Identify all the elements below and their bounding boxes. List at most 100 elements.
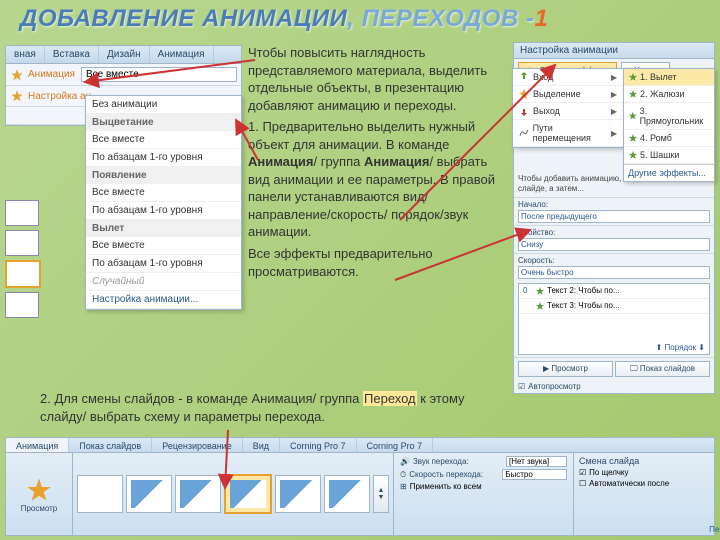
effect-type-entrance[interactable]: Вход▶ bbox=[513, 69, 623, 86]
dd-header-fly[interactable]: Вылет bbox=[86, 220, 241, 237]
dd-fly-all[interactable]: Все вместе bbox=[86, 237, 241, 255]
anim-item-icon bbox=[535, 301, 545, 311]
transition-group-label: Переход к этому слайду bbox=[400, 525, 720, 534]
speed-icon: ⏱ bbox=[400, 470, 406, 480]
speed-select[interactable]: Быстро bbox=[502, 469, 567, 480]
ribbon-tabs: вная Вставка Дизайн Анимация bbox=[6, 46, 241, 64]
entrance-effects-submenu[interactable]: 1. Вылет 2. Жалюзи 3. Прямоугольник 4. Р… bbox=[623, 68, 715, 182]
anim-start-label: Начало: bbox=[518, 200, 710, 209]
dd-fade-all[interactable]: Все вместе bbox=[86, 131, 241, 149]
slide-thumb-2[interactable] bbox=[5, 230, 39, 256]
sound-row: 🔊 Звук перехода: [Нет звука] bbox=[400, 456, 567, 467]
ribbon-tab-animation[interactable]: Анимация bbox=[150, 46, 214, 63]
dd-appear-all[interactable]: Все вместе bbox=[86, 184, 241, 202]
enter-icon bbox=[519, 72, 529, 82]
anim-pane-title: Настройка анимации bbox=[514, 43, 714, 59]
effect-type-exit[interactable]: Выход▶ bbox=[513, 103, 623, 120]
anim-speed-select[interactable]: Очень быстро bbox=[518, 266, 710, 279]
ribbon-tab-insert[interactable]: Вставка bbox=[45, 46, 99, 63]
effect-icon bbox=[628, 89, 638, 99]
exit-icon bbox=[519, 106, 529, 116]
preview-group[interactable]: Просмотр bbox=[6, 453, 73, 535]
slide-change-group: Смена слайда ☑ По щелчку ☐ Автоматически… bbox=[573, 453, 714, 535]
transition-thumb-4[interactable] bbox=[275, 475, 321, 513]
effect-icon bbox=[628, 111, 638, 121]
ribbon-tab-design[interactable]: Дизайн bbox=[99, 46, 150, 63]
slideshow-button[interactable]: 🖵 Показ слайдов bbox=[615, 361, 710, 377]
more-effects-link[interactable]: Другие эффекты... bbox=[624, 164, 714, 181]
effect-blinds[interactable]: 2. Жалюзи bbox=[624, 86, 714, 103]
highlight-transition: Переход bbox=[363, 391, 417, 406]
dd-fly-para[interactable]: По абзацам 1-го уровня bbox=[86, 255, 241, 273]
dd-random[interactable]: Случайный bbox=[86, 273, 241, 291]
anim-start-section: Начало: После предыдущего bbox=[514, 197, 714, 225]
apply-all-row[interactable]: ⊞ Применить ко всем bbox=[400, 482, 567, 491]
transition-gallery: ▲▼ bbox=[73, 453, 394, 535]
anim-pane-buttons: ▶ Просмотр 🖵 Показ слайдов bbox=[514, 357, 714, 380]
apply-all-label: Применить ко всем bbox=[410, 482, 482, 491]
add-effect-menu[interactable]: Вход▶ Выделение▶ Выход▶ Пути перемещения… bbox=[512, 68, 624, 148]
transition-none[interactable] bbox=[77, 475, 123, 513]
transitions-ribbon: Просмотр ▲▼ 🔊 Звук перехода: [Нет звука]… bbox=[5, 452, 715, 536]
body-p1: Чтобы повысить наглядность представляемо… bbox=[248, 44, 508, 114]
transition-thumb-2[interactable] bbox=[175, 475, 221, 513]
dd-appear-para[interactable]: По абзацам 1-го уровня bbox=[86, 202, 241, 220]
effect-checkerboard[interactable]: 5. Шашки bbox=[624, 147, 714, 164]
effect-type-emphasis[interactable]: Выделение▶ bbox=[513, 86, 623, 103]
by-click-checkbox[interactable]: ☑ По щелчку bbox=[579, 468, 709, 477]
effect-fly-in[interactable]: 1. Вылет bbox=[624, 69, 714, 86]
autopreview-label: Автопросмотр bbox=[528, 382, 581, 391]
animation-label: Анимация bbox=[28, 69, 75, 80]
anim-effects-list[interactable]: 0 Текст 2: Чтобы по... Текст 3: Чтобы по… bbox=[518, 283, 710, 355]
animation-icon bbox=[10, 68, 24, 82]
body-text-block: Чтобы повысить наглядность представляемо… bbox=[248, 40, 508, 284]
dd-fade-para[interactable]: По абзацам 1-го уровня bbox=[86, 149, 241, 167]
anim-speed-label: Скорость: bbox=[518, 256, 710, 265]
animation-preset-dropdown[interactable]: Без анимации Выцветание Все вместе По аб… bbox=[85, 95, 242, 310]
effect-icon bbox=[628, 72, 638, 82]
effect-box[interactable]: 3. Прямоугольник bbox=[624, 103, 714, 130]
ribbon-tab-home[interactable]: вная bbox=[6, 46, 45, 63]
effect-icon bbox=[628, 133, 638, 143]
effect-type-motion-path[interactable]: Пути перемещения▶ bbox=[513, 120, 623, 147]
animation-dropdown-row: Анимация Все вместе bbox=[6, 64, 241, 86]
gallery-more-button[interactable]: ▲▼ bbox=[373, 475, 389, 513]
preview-label: Просмотр bbox=[21, 504, 58, 513]
transition-thumb-1[interactable] bbox=[126, 475, 172, 513]
slide-thumbnails bbox=[5, 200, 40, 322]
dd-no-animation[interactable]: Без анимации bbox=[86, 96, 241, 114]
body-p3: Все эффекты предварительно просматривают… bbox=[248, 245, 508, 280]
anim-property-section: Свойство: Снизу bbox=[514, 225, 714, 253]
reorder-buttons[interactable]: ⬆ Порядок ⬇ bbox=[656, 343, 705, 352]
dd-settings[interactable]: Настройка анимации... bbox=[86, 291, 241, 309]
anim-list-item-1[interactable]: 0 Текст 2: Чтобы по... bbox=[519, 284, 709, 299]
body-p2: 1. Предварительно выделить нужный объект… bbox=[248, 118, 508, 241]
anim-property-select[interactable]: Снизу bbox=[518, 238, 710, 251]
sound-select[interactable]: [Нет звука] bbox=[506, 456, 567, 467]
transition-thumb-3[interactable] bbox=[224, 474, 272, 514]
anim-list-item-2[interactable]: Текст 3: Чтобы по... bbox=[519, 299, 709, 314]
slide-thumb-3[interactable] bbox=[5, 260, 41, 288]
dd-header-appear[interactable]: Появление bbox=[86, 167, 241, 184]
slide-thumb-1[interactable] bbox=[5, 200, 39, 226]
auto-after-checkbox[interactable]: ☐ Автоматически после bbox=[579, 479, 709, 488]
title-number: 1 bbox=[534, 5, 548, 32]
anim-start-select[interactable]: После предыдущего bbox=[518, 210, 710, 223]
title-part2: , переходов - bbox=[347, 5, 534, 32]
effect-icon bbox=[628, 150, 638, 160]
body-p4: 2. Для смены слайдов - в команде Анимаци… bbox=[40, 390, 480, 425]
transition-thumb-5[interactable] bbox=[324, 475, 370, 513]
autopreview-checkbox[interactable]: ☑ Автопросмотр bbox=[514, 380, 714, 393]
effect-diamond[interactable]: 4. Ромб bbox=[624, 130, 714, 147]
animation-dropdown[interactable]: Все вместе bbox=[81, 67, 237, 82]
slide-thumb-4[interactable] bbox=[5, 292, 39, 318]
anim-property-label: Свойство: bbox=[518, 228, 710, 237]
transition-options: 🔊 Звук перехода: [Нет звука] ⏱ Скорость … bbox=[394, 453, 573, 535]
title-part1: Добавление анимации bbox=[20, 5, 347, 32]
preview-button[interactable]: ▶ Просмотр bbox=[518, 361, 613, 377]
anim-speed-section: Скорость: Очень быстро bbox=[514, 253, 714, 281]
sound-icon: 🔊 bbox=[400, 457, 410, 466]
dd-header-fade[interactable]: Выцветание bbox=[86, 114, 241, 131]
checkbox-icon: ☑ bbox=[518, 382, 525, 391]
path-icon bbox=[519, 128, 529, 138]
